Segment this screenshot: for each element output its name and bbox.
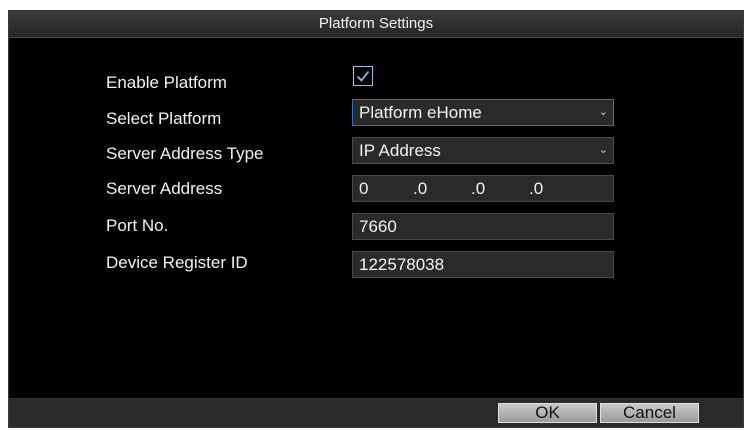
checkmark-icon xyxy=(356,71,370,82)
cancel-button[interactable]: Cancel xyxy=(600,403,699,423)
device-register-id-label: Device Register ID xyxy=(106,253,248,272)
dialog-title: Platform Settings xyxy=(9,11,743,38)
ip-octet-2[interactable]: .0 xyxy=(413,176,427,201)
server-address-field[interactable]: 0 .0 .0 .0 xyxy=(352,175,614,202)
port-no-label: Port No. xyxy=(106,216,169,235)
enable-platform-checkbox[interactable] xyxy=(353,66,373,86)
platform-settings-dialog: Platform Settings Enable Platform Select… xyxy=(8,10,744,428)
select-platform-value: Platform eHome xyxy=(359,103,482,122)
server-address-type-dropdown[interactable]: IP Address ⌄ xyxy=(352,137,614,164)
device-register-id-field[interactable]: 122578038 xyxy=(352,251,614,278)
server-address-type-value: IP Address xyxy=(359,141,441,160)
port-no-field[interactable]: 7660 xyxy=(352,213,614,240)
server-address-label: Server Address xyxy=(106,179,223,198)
chevron-down-icon: ⌄ xyxy=(598,106,608,118)
select-platform-label: Select Platform xyxy=(106,109,222,128)
chevron-down-icon: ⌄ xyxy=(598,144,608,156)
ok-button[interactable]: OK xyxy=(498,403,597,423)
ip-octet-3[interactable]: .0 xyxy=(471,176,485,201)
ip-octet-4[interactable]: .0 xyxy=(529,176,543,201)
enable-platform-label: Enable Platform xyxy=(106,73,227,92)
ip-octet-1[interactable]: 0 xyxy=(359,176,368,201)
server-address-type-label: Server Address Type xyxy=(106,144,264,163)
select-platform-dropdown[interactable]: Platform eHome ⌄ xyxy=(352,99,614,126)
dialog-footer: OK Cancel xyxy=(9,398,743,427)
